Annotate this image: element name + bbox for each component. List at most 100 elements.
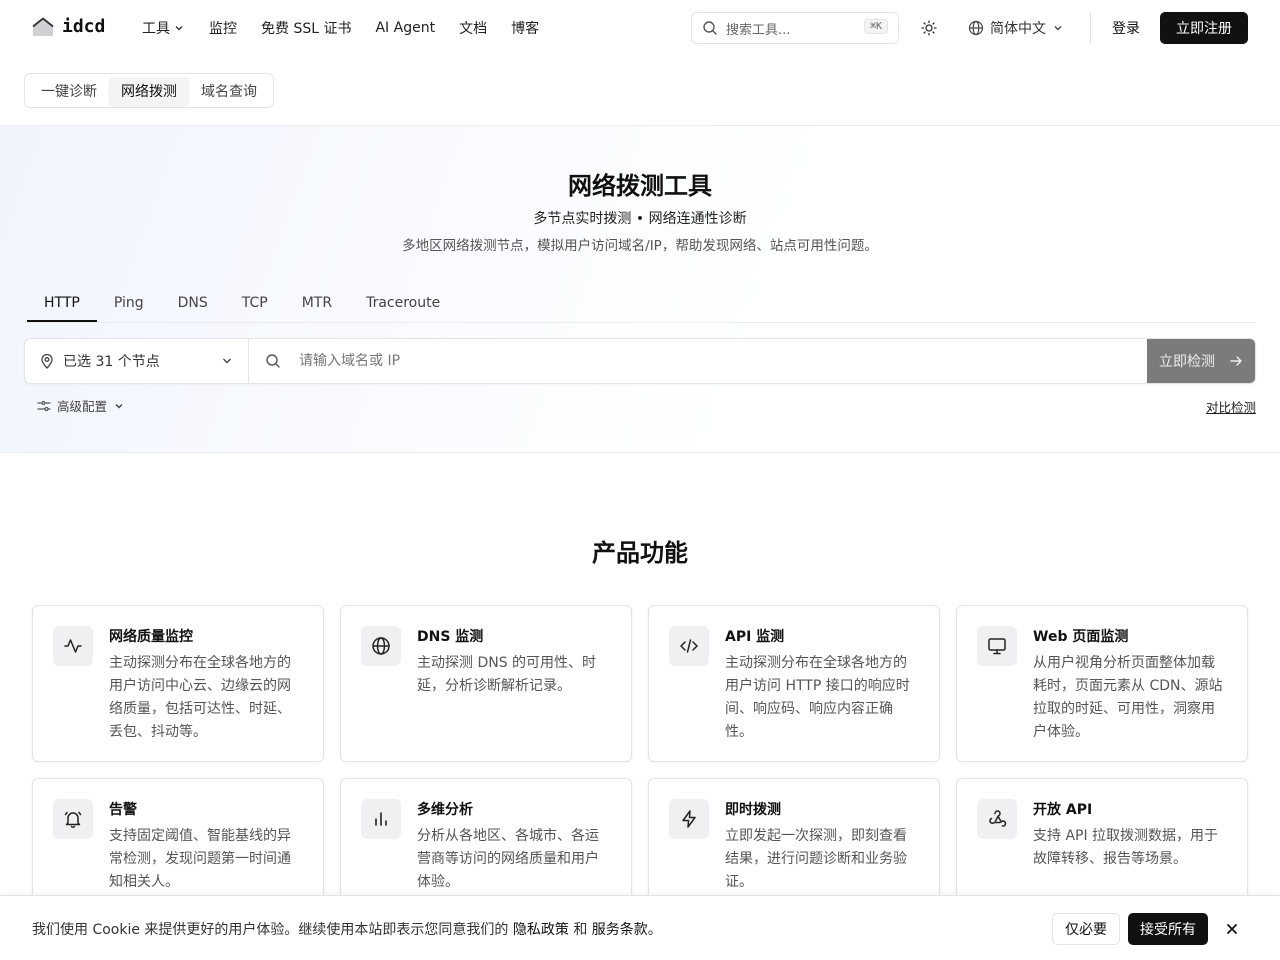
chevron-down-icon	[175, 26, 183, 31]
feature-desc: 支持固定阈值、智能基线的异常检测，发现问题第一时间通知相关人。	[109, 828, 291, 890]
features-title: 产品功能	[592, 539, 688, 567]
language-select[interactable]: 简体中文	[968, 18, 1064, 38]
privacy-policy-link[interactable]: 隐私政策	[513, 922, 569, 938]
nav-free-ssl[interactable]: 免费 SSL 证书	[261, 18, 351, 38]
advanced-config-toggle[interactable]: 高级配置	[37, 396, 125, 415]
feature-desc: 主动探测 DNS 的可用性、时延，分析诊断解析记录。	[417, 655, 597, 694]
sliders-icon	[37, 400, 51, 411]
tool-subtabs: 一键诊断 网络拨测 域名查询	[24, 73, 274, 108]
code-icon	[680, 639, 698, 653]
compare-check-link[interactable]: 对比检测	[1206, 397, 1256, 416]
subtab-network-probe[interactable]: 网络拨测	[109, 76, 189, 105]
main-nav: 工具 监控 免费 SSL 证书 AI Agent 文档 博客	[142, 18, 539, 38]
feature-title: 多维分析	[417, 802, 473, 818]
search-icon	[703, 21, 717, 35]
cookie-and: 和	[568, 922, 592, 938]
page-subtitle: 多节点实时拨测 • 网络连通性诊断	[533, 211, 747, 227]
advanced-config-label: 高级配置	[57, 399, 108, 414]
terms-of-service-link[interactable]: 服务条款	[592, 922, 648, 938]
nav-tools[interactable]: 工具	[142, 18, 185, 38]
arrow-right-icon	[1230, 356, 1242, 366]
brand-name: idcd	[62, 16, 106, 37]
bar-chart-icon	[375, 812, 387, 826]
feature-title: 即时拨测	[725, 802, 781, 818]
feature-title: 告警	[109, 802, 137, 818]
nodes-selected-label: 已选 31 个节点	[63, 354, 160, 370]
card-icon-box	[669, 799, 709, 839]
probe-type-tabs: HTTP Ping DNS TCP MTR Traceroute	[27, 286, 457, 322]
nav-docs[interactable]: 文档	[459, 18, 487, 38]
check-now-label: 立即检测	[1159, 354, 1215, 370]
theme-toggle[interactable]	[917, 16, 941, 40]
tab-mtr[interactable]: MTR	[285, 286, 349, 322]
check-now-button[interactable]: 立即检测	[1147, 339, 1255, 383]
chevron-down-icon	[115, 403, 123, 408]
house-logo-icon	[32, 17, 54, 36]
feature-title: Web 页面监测	[1033, 629, 1129, 645]
probe-hero: 网络拨测工具 多节点实时拨测 • 网络连通性诊断 多地区网络拨测节点，模拟用户访…	[0, 125, 1280, 453]
signup-button[interactable]: 立即注册	[1160, 12, 1248, 44]
nav-monitor[interactable]: 监控	[209, 18, 237, 38]
tab-traceroute[interactable]: Traceroute	[349, 286, 457, 322]
tab-http[interactable]: HTTP	[27, 286, 97, 322]
cookie-period: 。	[647, 922, 662, 938]
card-icon-box	[361, 799, 401, 839]
globe-icon	[372, 637, 390, 655]
necessary-only-button[interactable]: 仅必要	[1052, 913, 1120, 945]
card-icon-box	[977, 799, 1017, 839]
card-icon-box	[977, 626, 1017, 666]
domain-input-wrap	[249, 339, 1147, 383]
feature-title: 网络质量监控	[109, 629, 193, 645]
tab-tcp[interactable]: TCP	[225, 286, 285, 322]
feature-desc: 分析从各地区、各城市、各运营商等访问的网络质量和用户体验。	[417, 828, 599, 890]
tab-dns[interactable]: DNS	[161, 286, 225, 322]
cookie-message: 我们使用 Cookie 来提供更好的用户体验。继续使用本站即表示您同意我们的	[32, 922, 513, 938]
feature-desc: 从用户视角分析页面整体加载耗时，页面元素从 CDN、源站拉取的时延、可用性，洞察…	[1033, 655, 1223, 740]
page-description: 多地区网络拨测节点，模拟用户访问域名/IP，帮助发现网络、站点可用性问题。	[402, 238, 878, 254]
feature-card-web-monitor: Web 页面监测 从用户视角分析页面整体加载耗时，页面元素从 CDN、源站拉取的…	[956, 605, 1248, 762]
accept-all-button[interactable]: 接受所有	[1128, 913, 1208, 945]
feature-card-dns-monitor: DNS 监测 主动探测 DNS 的可用性、时延，分析诊断解析记录。	[340, 605, 632, 762]
probe-form: 已选 31 个节点 立即检测	[24, 338, 1256, 384]
card-icon-box	[53, 799, 93, 839]
feature-title: API 监测	[725, 629, 785, 645]
card-icon-box	[53, 626, 93, 666]
close-cookie-button[interactable]	[1224, 917, 1240, 941]
chevron-down-icon	[1054, 26, 1062, 31]
map-pin-icon	[41, 353, 53, 369]
close-icon	[1227, 924, 1237, 934]
subtab-domain-lookup[interactable]: 域名查询	[189, 77, 269, 105]
feature-card-network-quality: 网络质量监控 主动探测分布在全球各地方的用户访问中心云、边缘云的网络质量，包括可…	[32, 605, 324, 762]
subtab-diagnosis[interactable]: 一键诊断	[29, 77, 109, 105]
feature-desc: 支持 API 拉取拨测数据，用于故障转移、报告等场景。	[1033, 828, 1219, 867]
feature-title: DNS 监测	[417, 629, 484, 645]
chevron-down-icon	[223, 358, 231, 364]
webhook-icon	[989, 810, 1007, 827]
login-link[interactable]: 登录	[1112, 18, 1140, 38]
feature-desc: 主动探测分布在全球各地方的用户访问 HTTP 接口的响应时间、响应码、响应内容正…	[725, 655, 910, 740]
cookie-banner: 我们使用 Cookie 来提供更好的用户体验。继续使用本站即表示您同意我们的 隐…	[0, 895, 1280, 960]
cookie-text: 我们使用 Cookie 来提供更好的用户体验。继续使用本站即表示您同意我们的 隐…	[32, 919, 662, 939]
nav-ai-agent[interactable]: AI Agent	[375, 18, 435, 38]
search-placeholder: 搜索工具...	[726, 22, 791, 38]
sun-icon	[921, 20, 937, 36]
nav-blog[interactable]: 博客	[511, 18, 539, 38]
features-grid: 网络质量监控 主动探测分布在全球各地方的用户访问中心云、边缘云的网络质量，包括可…	[32, 605, 1248, 935]
tab-ping[interactable]: Ping	[97, 286, 161, 322]
nav-tools-label: 工具	[142, 21, 170, 37]
tool-search[interactable]: 搜索工具... ⌘K	[691, 12, 899, 44]
search-shortcut: ⌘K	[863, 19, 888, 34]
node-selector[interactable]: 已选 31 个节点	[25, 339, 249, 383]
language-label: 简体中文	[990, 21, 1046, 37]
top-nav: idcd 工具 监控 免费 SSL 证书 AI Agent 文档 博客 搜索工具…	[0, 0, 1280, 56]
nav-divider	[1090, 12, 1091, 44]
globe-icon	[968, 20, 984, 36]
activity-icon	[64, 639, 82, 653]
logo[interactable]: idcd	[32, 16, 105, 37]
feature-card-api-monitor: API 监测 主动探测分布在全球各地方的用户访问 HTTP 接口的响应时间、响应…	[648, 605, 940, 762]
bell-icon	[64, 811, 82, 829]
search-icon	[266, 354, 280, 368]
domain-input[interactable]	[299, 353, 899, 369]
zap-icon	[682, 810, 696, 828]
tabs-divider	[24, 322, 1256, 323]
